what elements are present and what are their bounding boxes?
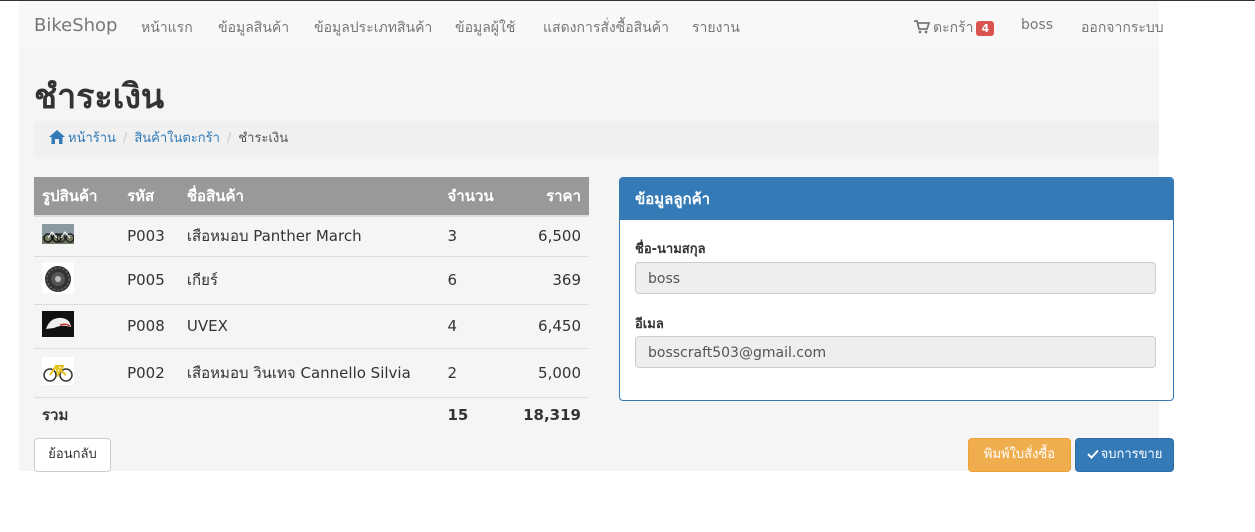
yellow-bike-image (42, 356, 74, 385)
nav-item-orders[interactable]: แสดงการสั่งซื้อสินค้า (543, 17, 669, 39)
product-price: 5,000 (515, 347, 589, 397)
product-name: เสือหมอบ Panther March (178, 215, 440, 256)
total-label: รวม (34, 396, 120, 432)
home-icon (49, 130, 65, 144)
shopping-cart-icon (914, 20, 930, 34)
cart-link[interactable]: ตะกร้า 4 (914, 17, 995, 39)
nav-item-product-types[interactable]: ข้อมูลประเภทสินค้า (314, 17, 432, 39)
nav-item-reports[interactable]: รายงาน (692, 17, 740, 39)
product-qty: 4 (439, 303, 516, 348)
table-row: P003 เสือหมอบ Panther March 3 6,500 (34, 215, 589, 256)
product-code: P003 (119, 215, 179, 256)
product-image-cell (34, 303, 120, 348)
table-row: P005 เกียร์ 6 369 (34, 255, 589, 304)
email-label: อีเมล (635, 317, 664, 332)
product-code: P008 (119, 303, 179, 348)
product-code: P002 (119, 347, 179, 397)
column-header-image: รูปสินค้า (34, 177, 120, 217)
cart-count-badge: 4 (976, 21, 995, 36)
customer-info-panel: ข้อมูลลูกค้า ชื่อ-นามสกุล boss อีเมล bos… (619, 177, 1174, 401)
nav-item-user[interactable]: boss (1021, 17, 1053, 33)
name-label: ชื่อ-นามสกุล (635, 242, 706, 257)
uvex-helmet-image (42, 311, 74, 337)
product-name: เสือหมอบ วินเทจ Cannello Silvia (178, 347, 440, 397)
table-row: P008 UVEX 4 6,450 (34, 303, 589, 348)
table-total-row: รวม 15 18,319 (34, 396, 589, 432)
navbar: BikeShop หน้าแรก ข้อมูลสินค้า ข้อมูลประเ… (19, 1, 1164, 49)
product-image-cell (34, 215, 120, 256)
email-field[interactable]: bosscraft503@gmail.com (635, 336, 1156, 368)
total-price: 18,319 (515, 396, 589, 432)
table-row: P002 เสือหมอบ วินเทจ Cannello Silvia 2 5… (34, 347, 589, 397)
page-container: BikeShop หน้าแรก ข้อมูลสินค้า ข้อมูลประเ… (19, 1, 1174, 472)
product-price: 369 (515, 255, 589, 304)
product-qty: 6 (439, 255, 516, 304)
breadcrumb-home-link[interactable]: หน้าร้าน (68, 131, 116, 146)
breadcrumb: หน้าร้าน / สินค้าในตะกร้า / ชำระเงิน (34, 121, 1159, 157)
bike-pair-image (42, 224, 74, 245)
breadcrumb-separator: / (226, 131, 232, 146)
product-image-cell (34, 255, 120, 304)
column-header-code: รหัส (119, 177, 179, 217)
name-field[interactable]: boss (635, 262, 1156, 294)
nav-item-logout[interactable]: ออกจากระบบ (1081, 17, 1164, 39)
check-icon (1086, 449, 1099, 459)
print-order-button[interactable]: พิมพ์ใบสั่งซื้อ (968, 438, 1071, 472)
product-name: UVEX (178, 303, 440, 348)
product-qty: 3 (439, 215, 516, 256)
nav-item-users[interactable]: ข้อมูลผู้ใช้ (455, 17, 515, 39)
total-qty: 15 (439, 396, 516, 432)
breadcrumb-cart-link[interactable]: สินค้าในตะกร้า (134, 131, 220, 146)
product-code: P005 (119, 255, 179, 304)
nav-item-home[interactable]: หน้าแรก (141, 17, 193, 39)
table-header-row: รูปสินค้า รหัส ชื่อสินค้า จำนวน ราคา (34, 177, 589, 217)
finish-sale-label: จบการขาย (1100, 447, 1163, 462)
cart-label: ตะกร้า (933, 20, 974, 36)
order-items-table: รูปสินค้า รหัส ชื่อสินค้า จำนวน ราคา P00… (34, 177, 589, 432)
product-price: 6,500 (515, 215, 589, 256)
column-header-qty: จำนวน (439, 177, 516, 217)
finish-sale-button[interactable]: จบการขาย (1075, 438, 1174, 472)
breadcrumb-separator: / (122, 131, 128, 146)
brand-link[interactable]: BikeShop (34, 15, 117, 36)
page-title: ชำระเงิน (34, 77, 165, 117)
breadcrumb-current: ชำระเงิน (238, 131, 289, 146)
product-price: 6,450 (515, 303, 589, 348)
product-qty: 2 (439, 347, 516, 397)
back-button[interactable]: ย้อนกลับ (34, 438, 111, 472)
column-header-name: ชื่อสินค้า (178, 177, 440, 217)
panel-title: ข้อมูลลูกค้า (620, 178, 1173, 220)
column-header-price: ราคา (515, 177, 589, 217)
product-name: เกียร์ (178, 255, 440, 304)
nav-item-products[interactable]: ข้อมูลสินค้า (218, 17, 289, 39)
gear-cassette-image (42, 262, 74, 294)
product-image-cell (34, 347, 120, 397)
